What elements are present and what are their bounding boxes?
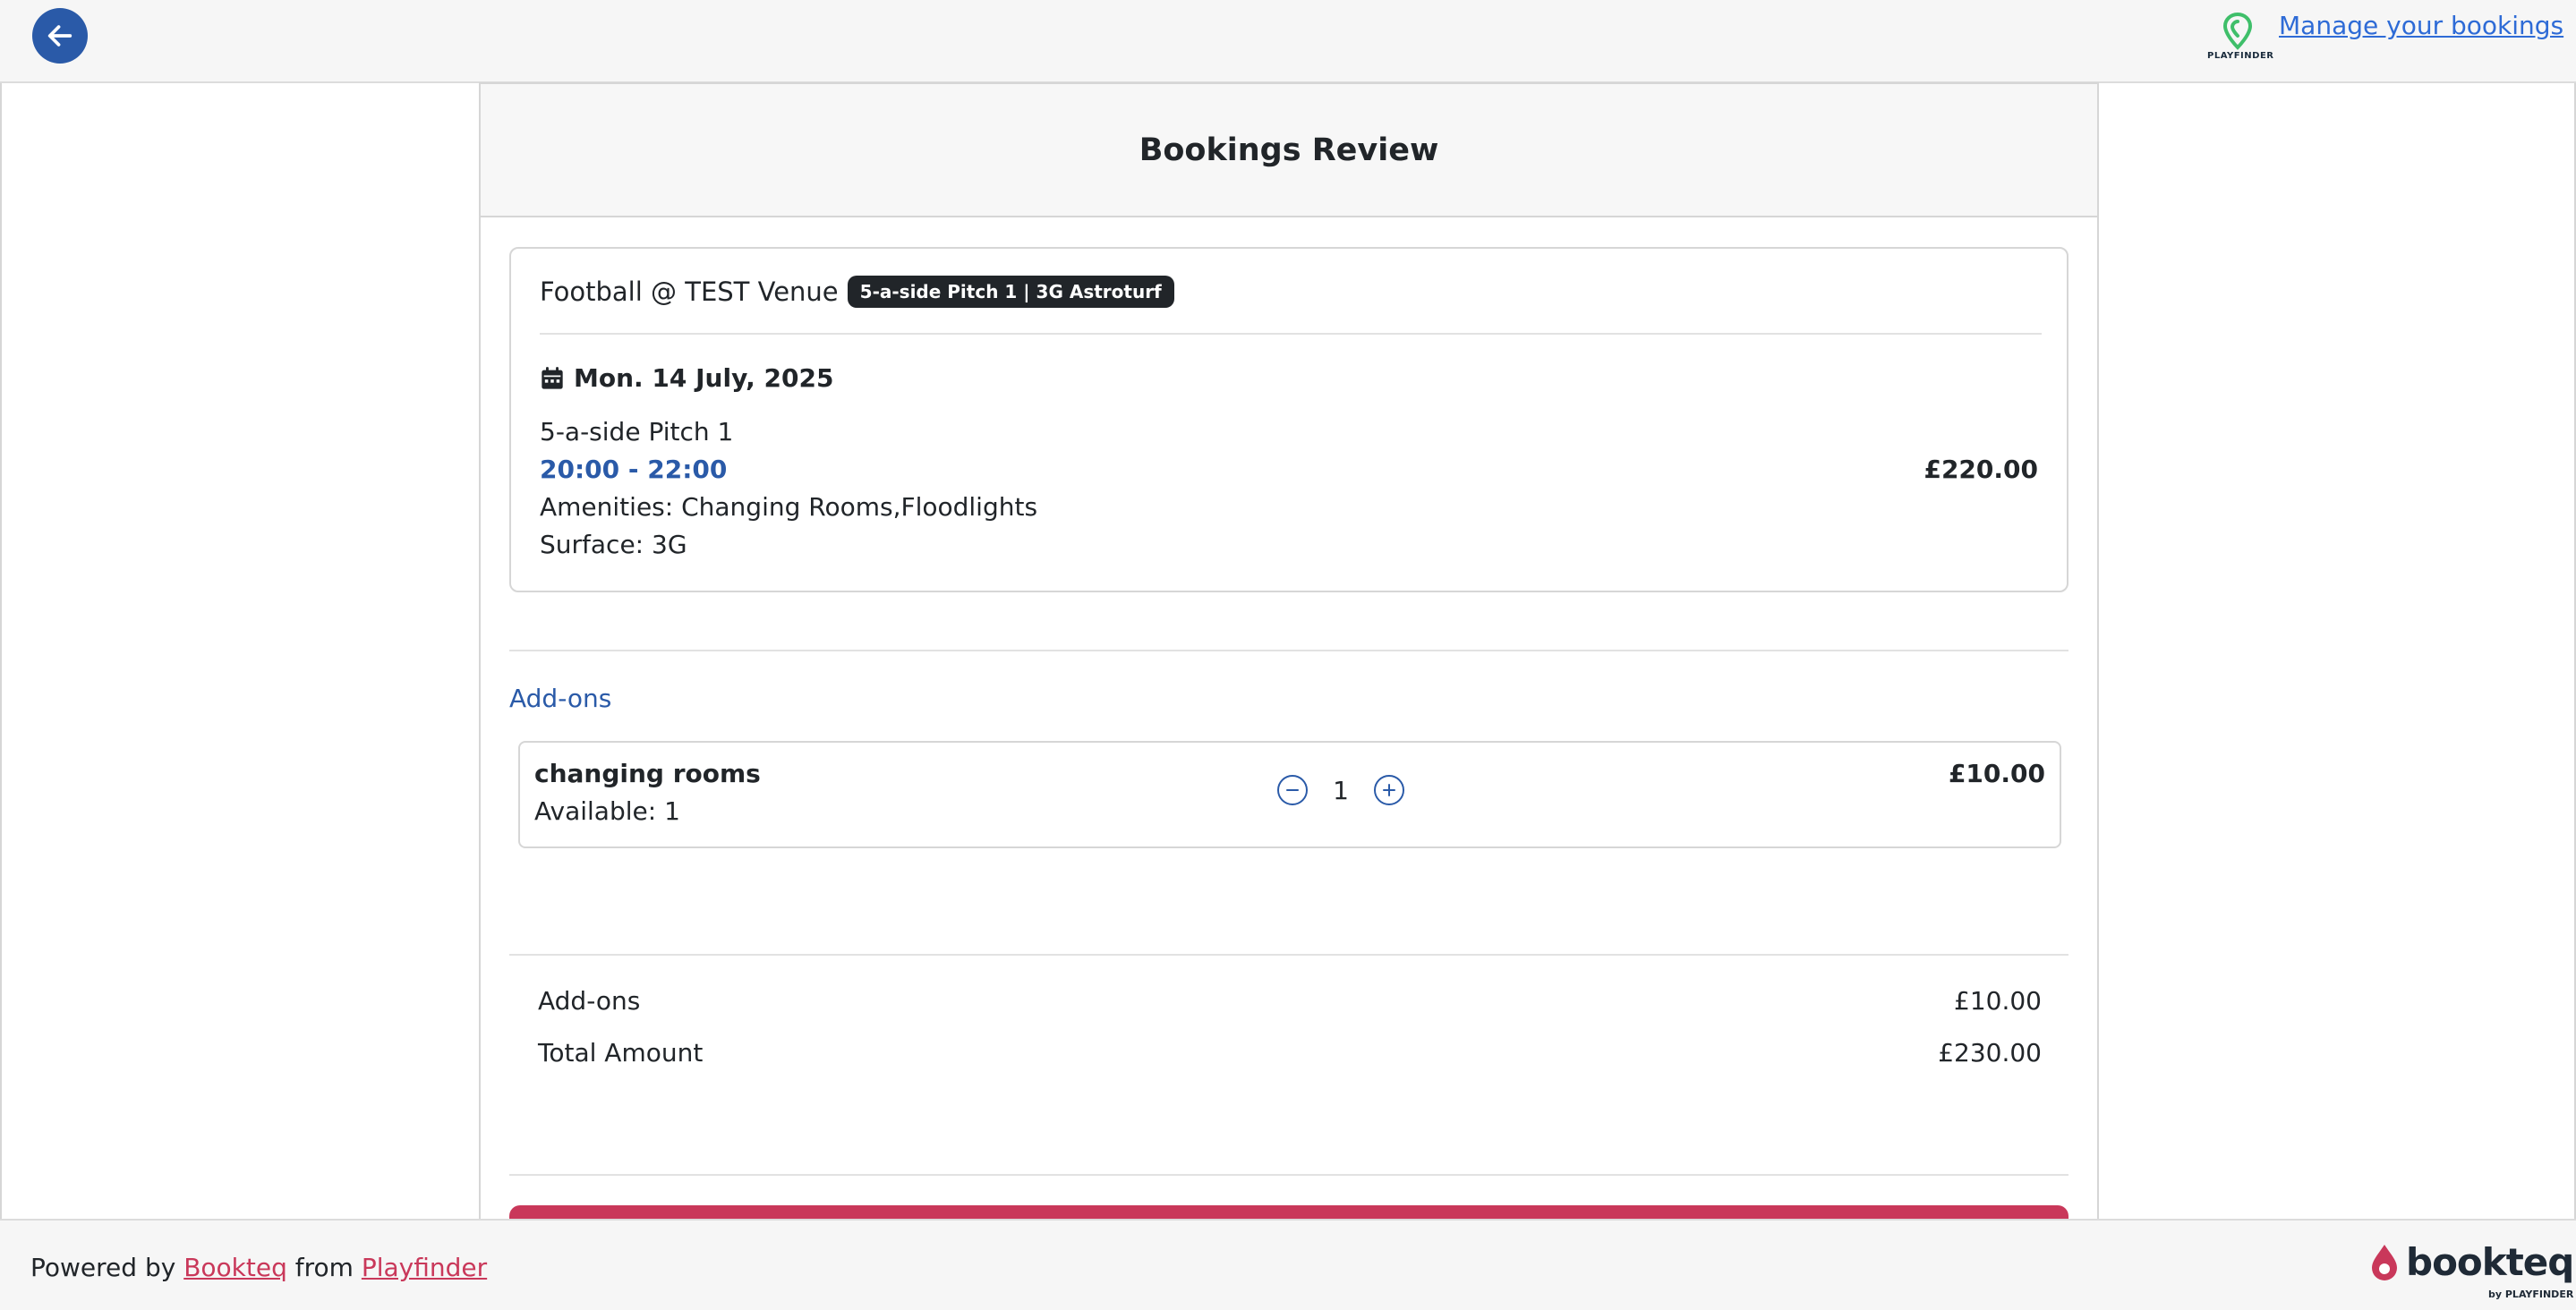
addons-heading: Add-ons (509, 684, 612, 713)
plus-icon (1383, 784, 1395, 796)
manage-bookings-link[interactable]: Manage your bookings (2279, 11, 2563, 40)
addon-price: £10.00 (1948, 759, 2045, 788)
back-button[interactable] (32, 8, 88, 64)
minus-icon (1286, 789, 1299, 791)
bookteq-drop-icon (2372, 1244, 2397, 1280)
bookings-review-card: Bookings Review Football @ TEST Venue 5-… (479, 82, 2099, 1259)
bookteq-wordmark: bookteq (2406, 1240, 2574, 1284)
bookteq-link[interactable]: Bookteq (183, 1253, 287, 1282)
calendar-icon (542, 366, 563, 389)
addon-item: changing rooms Available: 1 1 £10.00 (518, 741, 2061, 848)
divider (509, 954, 2068, 956)
playfinder-logo-text: PLAYFINDER (2207, 51, 2274, 61)
summary-addons-label: Add-ons (538, 986, 641, 1016)
time-range: 20:00 - 22:00 (540, 455, 728, 484)
venue-name: Football @ TEST Venue (540, 276, 839, 307)
pitch-badge: 5-a-side Pitch 1 | 3G Astroturf (847, 276, 1174, 308)
summary-total-label: Total Amount (538, 1038, 704, 1068)
quantity-stepper: 1 (1277, 775, 1404, 805)
booking-date: Mon. 14 July, 2025 (540, 363, 833, 393)
booking-date-text: Mon. 14 July, 2025 (574, 363, 834, 393)
addon-name: changing rooms (534, 759, 761, 788)
review-header: Bookings Review (481, 82, 2097, 217)
divider (509, 650, 2068, 651)
top-bar: PLAYFINDER Manage your bookings (0, 0, 2576, 83)
arrow-left-icon (47, 25, 73, 47)
quantity-value: 1 (1333, 775, 1349, 805)
summary-addons-value: £10.00 (1954, 986, 2042, 1016)
venue-line: Football @ TEST Venue 5-a-side Pitch 1 |… (540, 276, 1174, 308)
from-label: from (294, 1253, 354, 1282)
amenities: Amenities: Changing Rooms,Floodlights (540, 492, 1038, 522)
powered-by-label: Powered by (30, 1253, 176, 1282)
pitch-name: 5-a-side Pitch 1 (540, 417, 734, 447)
powered-by-text: Powered by Bookteq from Playfinder (30, 1253, 487, 1282)
booking-price: £220.00 (1923, 455, 2038, 484)
bookteq-sub-wordmark: by PLAYFINDER (2488, 1289, 2574, 1300)
footer: Powered by Bookteq from Playfinder bookt… (0, 1219, 2576, 1310)
summary-addons-row: Add-ons £10.00 (538, 986, 2042, 1016)
bookteq-logo: bookteq (2368, 1240, 2574, 1284)
addon-availability: Available: 1 (534, 796, 680, 826)
playfinder-link[interactable]: Playfinder (362, 1253, 487, 1282)
increase-button[interactable] (1374, 775, 1404, 805)
decrease-button[interactable] (1277, 775, 1308, 805)
divider (509, 1174, 2068, 1176)
summary-total-value: £230.00 (1938, 1038, 2042, 1068)
booking-summary-box: Football @ TEST Venue 5-a-side Pitch 1 |… (509, 247, 2068, 592)
page-title: Bookings Review (1139, 132, 1439, 168)
surface: Surface: 3G (540, 530, 687, 559)
summary-total-row: Total Amount £230.00 (538, 1038, 2042, 1068)
divider (540, 333, 2042, 335)
